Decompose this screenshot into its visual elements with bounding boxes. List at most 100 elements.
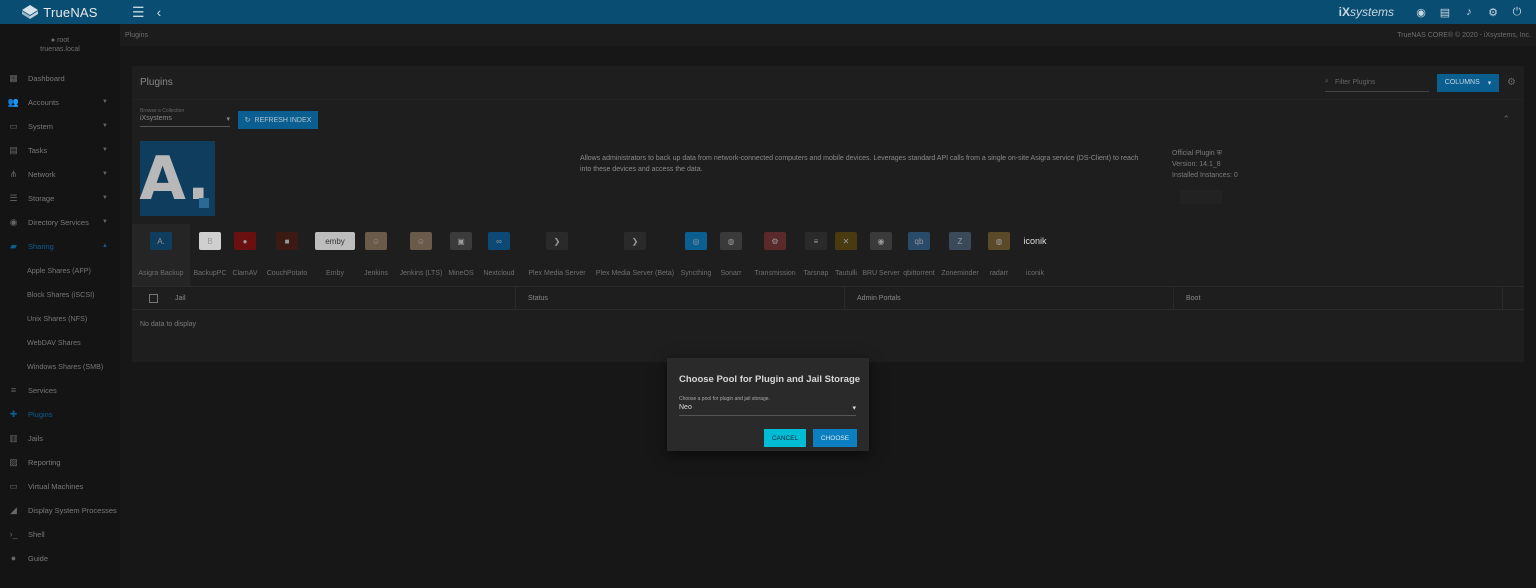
- plugin-item[interactable]: ✕ Tautulli: [830, 224, 862, 286]
- sidebar-item-dashboard[interactable]: ▦ Dashboard: [0, 66, 120, 90]
- columns-label: COLUMNS: [1444, 79, 1480, 86]
- terminal-icon: ›_: [9, 529, 18, 539]
- select-all-checkbox[interactable]: [149, 293, 158, 303]
- couchpotato-icon: ■: [276, 232, 298, 250]
- sidebar-item-accounts[interactable]: 👥 Accounts ▼: [0, 90, 120, 114]
- plugin-item[interactable]: emby Emby: [314, 224, 356, 286]
- column-header-boot[interactable]: Boot: [1174, 286, 1503, 310]
- plugin-item[interactable]: Z Zoneminder: [938, 224, 982, 286]
- jail-icon: ▥: [9, 432, 18, 443]
- plugin-item[interactable]: ≡ Tarsnap: [802, 224, 830, 286]
- sidebar-subitem-unix-shares-nfs[interactable]: Unix Shares (NFS): [0, 306, 120, 330]
- truenas-logo-icon: [22, 5, 39, 19]
- column-header-jail[interactable]: Jail: [167, 286, 516, 310]
- plugin-item[interactable]: ● ClamAV: [230, 224, 260, 286]
- directory-icon: ◉: [9, 216, 18, 227]
- column-header-status[interactable]: Status: [516, 286, 845, 310]
- plugin-item[interactable]: ◍ Sonarr: [714, 224, 748, 286]
- card-header-actions: ⌕ Filter Plugins COLUMNS ▾ ⚙: [1325, 73, 1516, 92]
- collection-select[interactable]: iXsystems ▾: [140, 115, 230, 127]
- column-header-admin-portals[interactable]: Admin Portals: [845, 286, 1174, 310]
- sidebar-item-system[interactable]: ▭ System ▼: [0, 114, 120, 138]
- plugin-item[interactable]: ❯ Plex Media Server (Beta): [592, 224, 678, 286]
- sidebar-item-label: Dashboard: [28, 73, 65, 83]
- sidebar-subitem-windows-shares-smb[interactable]: Windows Shares (SMB): [0, 354, 120, 378]
- plugin-name: Tarsnap: [803, 270, 829, 277]
- sidebar-item-plugins[interactable]: ✚ Plugins: [0, 402, 120, 426]
- chevron-left-icon[interactable]: ‹: [157, 4, 162, 20]
- processes-icon: ◢: [10, 504, 17, 515]
- transmission-icon: ⚙: [764, 232, 786, 250]
- top-bar: TrueNAS ☰ ‹ iXsystems ◉ ▤ ♪ ⚙ ⏻: [0, 0, 1536, 24]
- refresh-index-button[interactable]: ↻ REFRESH INDEX: [238, 111, 318, 129]
- columns-button[interactable]: COLUMNS ▾: [1437, 73, 1500, 92]
- sidebar-item-label: Accounts: [28, 97, 59, 107]
- cancel-button[interactable]: CANCEL: [764, 429, 806, 447]
- truecommand-icon[interactable]: ◉: [1414, 5, 1428, 19]
- plugin-item[interactable]: ☺ Jenkins: [356, 224, 396, 286]
- plugin-name: iconik: [1026, 270, 1044, 277]
- brand[interactable]: TrueNAS: [0, 0, 120, 24]
- plex-beta-icon: ❯: [624, 232, 646, 250]
- chevron-up-icon[interactable]: ⌃: [1502, 114, 1510, 125]
- plugin-strip: A. Asigra Backup B BackupPC ● ClamAV ■ CouchPot…: [132, 224, 1132, 286]
- sidebar-item-sharing[interactable]: ▰ Sharing ▲: [0, 234, 120, 258]
- jenkins-lts-icon: ☺: [410, 232, 432, 250]
- sidebar-subitem-apple-shares-afp[interactable]: Apple Shares (AFP): [0, 258, 120, 282]
- ixsystems-logo: iXsystems: [1338, 5, 1394, 19]
- sidebar-item-storage[interactable]: ☰ Storage ▼: [0, 186, 120, 210]
- plugin-item[interactable]: iconik iconik: [1016, 224, 1054, 286]
- dialog-title: Choose Pool for Plugin and Jail Storage: [679, 374, 861, 385]
- sidebar-subitem-webdav-shares[interactable]: WebDAV Shares: [0, 330, 120, 354]
- plugin-item[interactable]: A. Asigra Backup: [132, 224, 190, 286]
- sidebar-item-shell[interactable]: ›_ Shell: [0, 522, 120, 546]
- clipboard-icon[interactable]: ▤: [1438, 5, 1452, 19]
- plugin-item[interactable]: B BackupPC: [190, 224, 230, 286]
- sidebar-subitem-block-shares-iscsi[interactable]: Block Shares (iSCSI): [0, 282, 120, 306]
- sidebar-item-virtual-machines[interactable]: ▭ Virtual Machines: [0, 474, 120, 498]
- plugin-name: Sonarr: [720, 270, 742, 277]
- plugin-item[interactable]: ◍ radarr: [982, 224, 1016, 286]
- choose-button[interactable]: CHOOSE: [813, 429, 857, 447]
- plugin-info: Official Plugin ⛨ Version: 14.1_8 Instal…: [1172, 148, 1238, 181]
- plugin-name: Jenkins: [364, 270, 388, 277]
- install-button[interactable]: [1180, 190, 1222, 204]
- plugin-item[interactable]: qb qbittorrent: [900, 224, 938, 286]
- sidebar-item-guide[interactable]: ● Guide: [0, 546, 120, 570]
- settings-gear-icon[interactable]: ⚙: [1507, 77, 1516, 88]
- sidebar-item-label: Directory Services: [28, 217, 89, 227]
- power-icon[interactable]: ⏻: [1510, 5, 1524, 19]
- sidebar-item-reporting[interactable]: ▨ Reporting: [0, 450, 120, 474]
- chart-icon: ▨: [9, 456, 18, 467]
- radarr-icon: ◍: [988, 232, 1010, 250]
- plugin-item[interactable]: ∞ Nextcloud: [476, 224, 522, 286]
- verified-shield-icon: ⛨: [1216, 150, 1222, 157]
- card-header: Plugins ⌕ Filter Plugins COLUMNS ▾ ⚙: [132, 66, 1524, 100]
- official-plugin-label: Official Plugin ⛨: [1172, 150, 1222, 157]
- laptop-icon: ▭: [9, 120, 18, 131]
- sidebar-item-tasks[interactable]: ▤ Tasks ▼: [0, 138, 120, 162]
- plugin-item[interactable]: ☺ Jenkins (LTS): [396, 224, 446, 286]
- sidebar-item-display-system-processes[interactable]: ◢ Display System Processes: [0, 498, 120, 522]
- hamburger-menu-icon[interactable]: ☰: [132, 4, 145, 21]
- sidebar-item-jails[interactable]: ▥ Jails: [0, 426, 120, 450]
- pool-select[interactable]: Neo ▾: [679, 404, 856, 416]
- breadcrumb-current[interactable]: Plugins: [125, 32, 148, 39]
- gear-icon[interactable]: ⚙: [1486, 5, 1500, 19]
- sidebar-item-network[interactable]: ⋔ Network ▼: [0, 162, 120, 186]
- plugin-item[interactable]: ◎ Syncthing: [678, 224, 714, 286]
- copyright-text: TrueNAS CORE® © 2020 - iXsystems, Inc.: [1397, 31, 1531, 39]
- plugin-name: BackupPC: [193, 270, 227, 277]
- plugin-item[interactable]: ▣ MineOS: [446, 224, 476, 286]
- bell-icon[interactable]: ♪: [1462, 5, 1476, 19]
- filter-input[interactable]: ⌕ Filter Plugins: [1325, 74, 1430, 92]
- plugin-item[interactable]: ❯ Plex Media Server: [522, 224, 592, 286]
- sidebar-item-services[interactable]: ≡ Services: [0, 378, 120, 402]
- plugin-item[interactable]: ◉ BRU Server: [862, 224, 900, 286]
- plugin-name: radarr: [989, 270, 1009, 277]
- plugins-card: Plugins ⌕ Filter Plugins COLUMNS ▾ ⚙ Bro…: [132, 66, 1524, 362]
- empty-table-message: No data to display: [140, 321, 197, 328]
- plugin-item[interactable]: ⚙ Transmission: [748, 224, 802, 286]
- sidebar-item-directory-services[interactable]: ◉ Directory Services ▼: [0, 210, 120, 234]
- plugin-item[interactable]: ■ CouchPotato: [260, 224, 314, 286]
